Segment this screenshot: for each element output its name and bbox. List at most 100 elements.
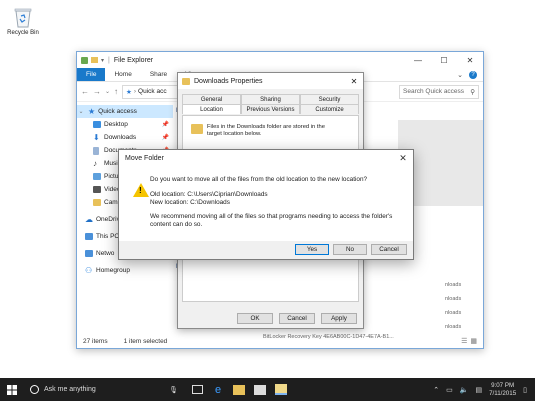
- volume-icon[interactable]: 🔈: [460, 386, 469, 394]
- warning-icon: !: [133, 183, 149, 197]
- search-placeholder: Search Quick access: [403, 88, 465, 95]
- location-description: Files in the Downloads folder are stored…: [207, 124, 325, 137]
- sidebar-item-desktop[interactable]: Desktop 📌: [77, 118, 173, 131]
- start-button[interactable]: [0, 378, 24, 401]
- clock[interactable]: 9:07 PM 7/11/2015: [489, 382, 516, 398]
- explorer-title: File Explorer: [113, 56, 154, 64]
- up-arrow-icon[interactable]: ↑: [114, 87, 118, 96]
- recent-locations-icon[interactable]: ⌄: [105, 88, 110, 95]
- store-icon[interactable]: [254, 384, 266, 395]
- expand-ribbon-icon[interactable]: ⌄: [457, 71, 463, 79]
- tab-general[interactable]: General: [182, 94, 241, 104]
- list-item: nloads: [445, 310, 462, 316]
- apply-button[interactable]: Apply: [321, 313, 357, 324]
- folder-icon: [191, 124, 203, 134]
- task-view-icon[interactable]: [192, 385, 203, 394]
- computer-icon: [85, 233, 93, 240]
- new-location-text: New location: C:\Downloads: [150, 199, 230, 206]
- edge-icon[interactable]: e: [212, 384, 224, 396]
- move-folder-message: Do you want to move all of the files fro…: [150, 176, 405, 233]
- input-indicator-icon[interactable]: ▤: [475, 386, 482, 394]
- no-button[interactable]: No: [333, 244, 367, 255]
- file-explorer-taskbar-icon[interactable]: [233, 384, 245, 395]
- download-icon: ⬇: [93, 133, 100, 142]
- tab-security[interactable]: Security: [300, 94, 359, 104]
- details-view-icon[interactable]: ☰: [461, 337, 467, 345]
- forward-arrow-icon[interactable]: →: [93, 87, 101, 96]
- minimize-button[interactable]: —: [405, 56, 431, 65]
- sidebar-item-label: Desktop: [104, 121, 128, 128]
- star-icon: ★: [88, 107, 96, 116]
- pin-icon: 📌: [161, 122, 169, 128]
- show-hidden-icons-icon[interactable]: ⌃: [433, 386, 439, 394]
- close-icon[interactable]: ✕: [393, 153, 413, 164]
- windows-logo-icon: [7, 384, 17, 395]
- move-question: Do you want to move all of the files fro…: [150, 176, 368, 183]
- collapse-chevron-icon[interactable]: ⌄: [77, 108, 85, 115]
- help-icon[interactable]: ?: [469, 70, 477, 79]
- sidebar-item-label: OneDriv: [96, 216, 120, 223]
- customize-quick-access-icon[interactable]: ▾: [101, 57, 104, 64]
- sidebar-item-label: Downloads: [104, 134, 137, 141]
- tab-home[interactable]: Home: [105, 68, 140, 81]
- title-separator: |: [108, 56, 110, 64]
- status-bar: 27 items 1 item selected ☰ ▦: [77, 334, 483, 348]
- move-folder-dialog: Move Folder ✕ ! Do you want to move all …: [118, 149, 414, 260]
- recycle-bin-icon: [14, 6, 32, 28]
- sidebar-item-downloads[interactable]: ⬇ Downloads 📌: [77, 131, 173, 144]
- tab-location[interactable]: Location: [182, 104, 241, 114]
- properties-title-bar: Downloads Properties ✕: [178, 73, 363, 89]
- document-icon: [93, 146, 99, 155]
- search-icon: ⚲: [470, 88, 475, 96]
- music-icon: ♪: [93, 159, 97, 168]
- close-icon[interactable]: ✕: [345, 77, 363, 86]
- properties-quick-icon[interactable]: [81, 56, 88, 64]
- microphone-icon[interactable]: 🎙: [169, 386, 178, 394]
- cortana-icon: [30, 385, 39, 394]
- action-center-icon[interactable]: ▯: [523, 386, 527, 394]
- tab-sharing[interactable]: Sharing: [241, 94, 300, 104]
- move-folder-buttons: Yes No Cancel: [119, 241, 413, 259]
- sidebar-item-label: Netwo: [96, 250, 115, 257]
- yes-button[interactable]: Yes: [295, 244, 329, 255]
- folder-download-icon: [182, 77, 190, 85]
- properties-title: Downloads Properties: [194, 77, 263, 85]
- clock-date: 7/11/2015: [489, 389, 517, 397]
- tab-customize[interactable]: Customize: [300, 104, 359, 114]
- maximize-button[interactable]: ☐: [431, 56, 457, 65]
- selected-count: 1 item selected: [123, 337, 168, 345]
- network-tray-icon[interactable]: ▭: [446, 386, 453, 394]
- quick-access-star-icon: ★: [126, 88, 132, 96]
- new-folder-quick-icon[interactable]: [91, 57, 98, 63]
- cancel-button[interactable]: Cancel: [279, 313, 315, 324]
- search-input[interactable]: Search Quick access ⚲: [399, 84, 479, 99]
- list-item: nloads: [445, 324, 462, 330]
- sidebar-item-quick-access[interactable]: ⌄ ★ Quick access: [77, 105, 173, 118]
- tab-share[interactable]: Share: [141, 68, 176, 81]
- sidebar-item-label: Quick access: [98, 108, 137, 115]
- large-icons-view-icon[interactable]: ▦: [470, 337, 477, 345]
- pin-icon: 📌: [161, 135, 169, 141]
- list-item: nloads: [445, 282, 462, 288]
- cancel-button[interactable]: Cancel: [371, 244, 407, 255]
- path-chevron-icon: ›: [133, 88, 137, 95]
- tab-file[interactable]: File: [77, 68, 106, 81]
- recycle-bin-shortcut[interactable]: Recycle Bin: [4, 6, 42, 36]
- taskbar-apps: e: [192, 384, 287, 396]
- move-folder-title: Move Folder: [125, 154, 164, 162]
- address-path-text: Quick acc: [138, 88, 167, 95]
- properties-buttons: OK Cancel Apply: [237, 313, 357, 324]
- close-button[interactable]: ✕: [457, 56, 483, 65]
- cortana-search-box[interactable]: Ask me anything 🎙: [24, 378, 184, 401]
- sidebar-item-label: This PC: [96, 233, 120, 240]
- list-item: nloads: [445, 296, 462, 302]
- tab-previous-versions[interactable]: Previous Versions: [241, 104, 300, 114]
- sidebar-item-homegroup[interactable]: ⚇ Homegroup: [77, 264, 173, 277]
- homegroup-icon: ⚇: [85, 266, 93, 275]
- active-window-taskbar-icon[interactable]: [275, 384, 287, 395]
- move-recommendation: We recommend moving all of the files so …: [150, 212, 393, 229]
- video-icon: [93, 186, 101, 193]
- back-arrow-icon[interactable]: ←: [81, 87, 89, 96]
- sidebar-item-label: Homegroup: [96, 267, 130, 274]
- ok-button[interactable]: OK: [237, 313, 273, 324]
